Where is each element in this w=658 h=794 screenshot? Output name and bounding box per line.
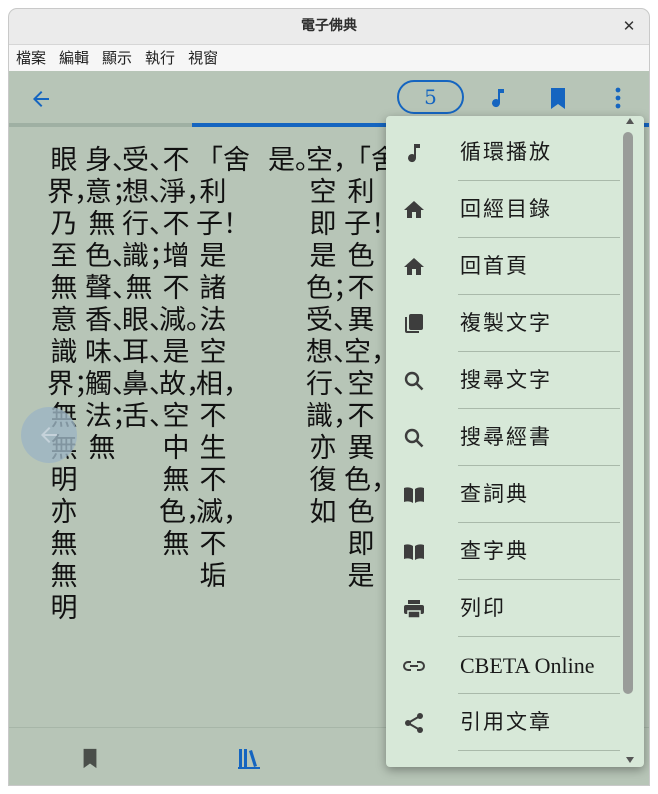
menu-window[interactable]: 視窗 bbox=[181, 45, 224, 71]
close-window-button[interactable]: ✕ bbox=[619, 16, 639, 36]
menu-run[interactable]: 執行 bbox=[138, 45, 181, 71]
scroll-up-arrow-icon[interactable] bbox=[626, 118, 634, 124]
share-icon bbox=[405, 713, 423, 733]
menu-item-label: 複製文字 bbox=[460, 311, 552, 335]
bookmark-nav-icon[interactable] bbox=[79, 746, 101, 770]
printer-icon bbox=[404, 600, 424, 619]
menu-item-label: CBETA Online bbox=[460, 653, 595, 678]
menu-item-label: 回經目錄 bbox=[460, 197, 552, 221]
menu-item-cite-article[interactable]: 引用文章 bbox=[386, 694, 626, 751]
more-vert-icon[interactable] bbox=[606, 85, 630, 111]
scroll-down-arrow-icon[interactable] bbox=[626, 757, 634, 763]
menu-item-label: 列印 bbox=[460, 596, 506, 620]
home-icon bbox=[404, 258, 424, 275]
text-column: 空，空即是色；受、想、行、識，亦復如 bbox=[306, 145, 360, 528]
text-column: 是。 bbox=[268, 145, 322, 176]
menu-item-label: 循環播放 bbox=[460, 140, 552, 164]
menu-item-cbeta-online[interactable]: CBETA Online bbox=[386, 637, 626, 694]
search-icon bbox=[404, 428, 424, 448]
menu-item-search-text[interactable]: 搜尋文字 bbox=[386, 352, 626, 409]
menu-item-lookup-dictionary[interactable]: 查詞典 bbox=[386, 466, 626, 523]
menu-divider bbox=[458, 750, 620, 751]
menu-item-sutra-contents[interactable]: 回經目錄 bbox=[386, 181, 626, 238]
menu-edit[interactable]: 編輯 bbox=[52, 45, 95, 71]
menu-item-label: 搜尋文字 bbox=[460, 368, 552, 392]
menu-view[interactable]: 顯示 bbox=[95, 45, 138, 71]
menu-item-label: 查詞典 bbox=[460, 482, 529, 506]
search-icon bbox=[404, 371, 424, 391]
bookmark-icon[interactable] bbox=[546, 85, 570, 111]
copy-icon bbox=[405, 314, 423, 333]
music-note-icon[interactable] bbox=[486, 85, 510, 111]
previous-page-button[interactable] bbox=[21, 407, 77, 463]
book-open-icon bbox=[404, 487, 424, 503]
menu-file[interactable]: 檔案 bbox=[9, 45, 52, 71]
link-icon bbox=[403, 661, 425, 671]
window-title: 電子佛典 bbox=[301, 18, 357, 34]
arrow-left-icon bbox=[41, 427, 57, 443]
menu-item-lookup-character[interactable]: 查字典 bbox=[386, 523, 626, 580]
music-note-icon bbox=[408, 144, 420, 163]
app-window: 電子佛典 ✕ 檔案 編輯 顯示 執行 視窗 5 「舍利子！色不異空，空不異色，色即是 空… bbox=[9, 9, 649, 785]
back-arrow-icon[interactable] bbox=[29, 87, 53, 111]
menu-item-copy-text[interactable]: 複製文字 bbox=[386, 295, 626, 352]
menu-item-label: 回首頁 bbox=[460, 254, 529, 278]
menu-item-print[interactable]: 列印 bbox=[386, 580, 626, 637]
menu-item-search-sutras[interactable]: 搜尋經書 bbox=[386, 409, 626, 466]
text-column: 眼界，乃至無意識界；無無明亦無無明 bbox=[47, 145, 101, 624]
menu-item-label: 引用文章 bbox=[460, 710, 552, 734]
library-nav-icon[interactable] bbox=[236, 746, 262, 770]
menu-item-label: 搜尋經書 bbox=[460, 425, 552, 449]
menu-item-loop-play[interactable]: 循環播放 bbox=[386, 124, 626, 181]
menu-item-label: 查字典 bbox=[460, 539, 529, 563]
menu-scrollbar-thumb[interactable] bbox=[623, 132, 633, 694]
title-bar: 電子佛典 ✕ bbox=[9, 9, 649, 45]
book-open-icon bbox=[404, 544, 424, 560]
page-number-badge[interactable]: 5 bbox=[397, 80, 464, 114]
overflow-menu: 循環播放 回經目錄 回首頁 複製文字 搜尋文字 搜尋經書 查詞典 查字典 列印 … bbox=[386, 116, 644, 767]
home-icon bbox=[404, 201, 424, 218]
menu-item-home[interactable]: 回首頁 bbox=[386, 238, 626, 295]
menu-bar: 檔案 編輯 顯示 執行 視窗 bbox=[9, 45, 649, 72]
